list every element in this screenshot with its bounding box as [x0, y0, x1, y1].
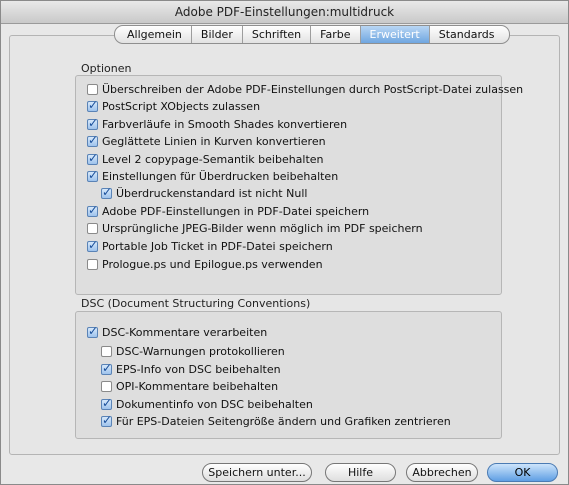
dsc-document-info[interactable]: Dokumentinfo von DSC beibehalten	[101, 396, 313, 411]
option-copypage[interactable]: Level 2 copypage-Semantik beibehalten	[87, 151, 324, 166]
option-label: Prologue.ps und Epilogue.ps verwenden	[102, 257, 323, 271]
option-overprint-nonzero[interactable]: Überdruckenstandard ist nicht Null	[101, 185, 308, 200]
checkbox[interactable]	[87, 133, 98, 147]
dsc-opi-comments[interactable]: OPI-Kommentare beibehalten	[101, 379, 278, 393]
option-label: DSC-Kommentare verarbeiten	[102, 325, 268, 339]
checkbox[interactable]	[87, 83, 98, 95]
dialog-window: Adobe PDF-Einstellungen:multidruck Allge…	[0, 0, 569, 485]
tab-farbe[interactable]: Farbe	[310, 26, 359, 43]
option-label: Ursprüngliche JPEG-Bilder wenn möglich i…	[102, 221, 423, 235]
dsc-eps-resize-center[interactable]: Für EPS-Dateien Seitengröße ändern und G…	[101, 413, 451, 428]
option-label: EPS-Info von DSC beibehalten	[116, 362, 281, 376]
option-label: Überschreiben der Adobe PDF-Einstellunge…	[102, 82, 524, 96]
option-original-jpeg[interactable]: Ursprüngliche JPEG-Bilder wenn möglich i…	[87, 221, 423, 235]
checkbox[interactable]	[87, 168, 98, 182]
option-label: Überdruckenstandard ist nicht Null	[116, 186, 308, 200]
tab-schriften[interactable]: Schriften	[241, 26, 310, 43]
checkbox[interactable]	[101, 345, 112, 357]
option-save-settings-in-pdf[interactable]: Adobe PDF-Einstellungen in PDF-Datei spe…	[87, 203, 370, 218]
option-label: Dokumentinfo von DSC beibehalten	[116, 397, 313, 411]
option-label: Einstellungen für Überdrucken beibehalte…	[102, 169, 339, 183]
tab-erweitert[interactable]: Erweitert	[359, 26, 429, 43]
option-job-ticket[interactable]: Portable Job Ticket in PDF-Datei speiche…	[87, 238, 333, 253]
tab-standards[interactable]: Standards	[428, 26, 509, 43]
option-label: Für EPS-Dateien Seitengröße ändern und G…	[116, 414, 451, 428]
option-label: PostScript XObjects zulassen	[102, 99, 261, 113]
checkbox[interactable]	[101, 380, 112, 392]
option-label: Level 2 copypage-Semantik beibehalten	[102, 152, 324, 166]
tab-label: Farbe	[320, 28, 351, 41]
option-postscript-xobjects[interactable]: PostScript XObjects zulassen	[87, 98, 261, 113]
checkbox[interactable]	[87, 222, 98, 234]
checkbox[interactable]	[87, 324, 98, 338]
checkbox[interactable]	[101, 185, 112, 199]
checkbox[interactable]	[87, 98, 98, 112]
dsc-eps-info[interactable]: EPS-Info von DSC beibehalten	[101, 361, 281, 376]
option-overprint-settings[interactable]: Einstellungen für Überdrucken beibehalte…	[87, 168, 339, 183]
option-prologue-epilogue[interactable]: Prologue.ps und Epilogue.ps verwenden	[87, 257, 323, 271]
help-button[interactable]: Hilfe	[325, 463, 396, 482]
tab-label: Standards	[438, 28, 495, 41]
option-label: Portable Job Ticket in PDF-Datei speiche…	[102, 239, 333, 253]
option-smooth-shades[interactable]: Farbverläufe in Smooth Shades konvertier…	[87, 116, 348, 131]
checkbox[interactable]	[87, 116, 98, 130]
option-label: Adobe PDF-Einstellungen in PDF-Datei spe…	[102, 204, 370, 218]
dsc-process-comments[interactable]: DSC-Kommentare verarbeiten	[87, 324, 268, 339]
dsc-title: DSC (Document Structuring Conventions)	[81, 297, 311, 310]
cancel-button[interactable]: Abbrechen	[406, 463, 478, 482]
checkbox[interactable]	[87, 151, 98, 165]
option-label: OPI-Kommentare beibehalten	[116, 379, 279, 393]
tab-bilder[interactable]: Bilder	[190, 26, 242, 43]
tab-label: Bilder	[200, 28, 233, 41]
checkbox[interactable]	[101, 361, 112, 375]
optionen-title: Optionen	[81, 62, 132, 75]
checkbox[interactable]	[87, 203, 98, 217]
ok-button[interactable]: OK	[487, 463, 558, 482]
checkbox[interactable]	[101, 396, 112, 410]
tab-label: Erweitert	[369, 28, 420, 41]
option-label: Geglättete Linien in Kurven konvertieren	[102, 134, 326, 148]
window-title: Adobe PDF-Einstellungen:multidruck	[1, 1, 568, 24]
option-label: DSC-Warnungen protokollieren	[116, 344, 285, 358]
tab-bar: Allgemein Bilder Schriften Farbe Erweite…	[114, 25, 510, 44]
option-label: Farbverläufe in Smooth Shades konvertier…	[102, 117, 348, 131]
option-smooth-lines[interactable]: Geglättete Linien in Kurven konvertieren	[87, 133, 326, 148]
tab-label: Schriften	[251, 28, 302, 41]
checkbox[interactable]	[101, 413, 112, 427]
save-as-button[interactable]: Speichern unter...	[202, 463, 312, 482]
option-overwrite-settings[interactable]: Überschreiben der Adobe PDF-Einstellunge…	[87, 82, 523, 96]
tab-allgemein[interactable]: Allgemein	[115, 26, 191, 43]
checkbox[interactable]	[87, 258, 98, 270]
checkbox[interactable]	[87, 238, 98, 252]
tab-label: Allgemein	[127, 28, 182, 41]
dsc-log-warnings[interactable]: DSC-Warnungen protokollieren	[101, 344, 285, 358]
